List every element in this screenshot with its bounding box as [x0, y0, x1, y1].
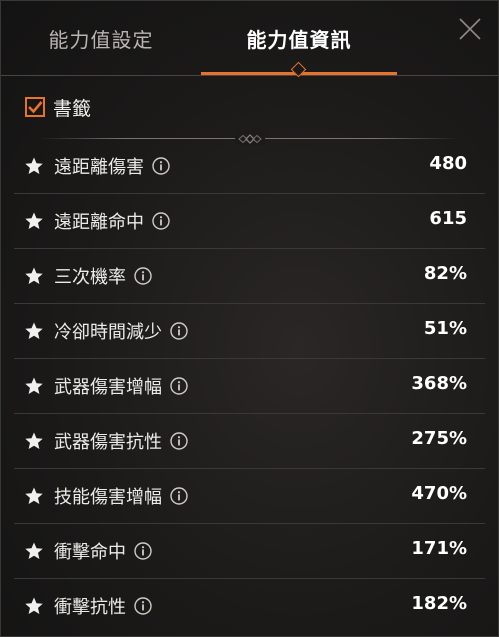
stat-name: 冷卻時間減少 [54, 322, 162, 343]
info-icon[interactable] [134, 542, 152, 560]
info-icon[interactable] [170, 432, 188, 450]
stat-name: 武器傷害抗性 [54, 432, 162, 453]
stat-value: 470% [411, 483, 467, 504]
checkmark-icon [28, 101, 43, 114]
star-icon[interactable] [24, 156, 44, 176]
stat-name: 技能傷害增幅 [54, 487, 162, 508]
info-icon[interactable] [134, 597, 152, 615]
stat-row: 衝擊抗性 182% [14, 579, 485, 633]
close-button[interactable] [456, 15, 484, 43]
close-icon [459, 18, 481, 40]
bookmark-label: 書籤 [53, 97, 92, 120]
star-icon[interactable] [24, 486, 44, 506]
stat-row: 遠距離傷害 480 [14, 139, 485, 194]
bookmark-toggle[interactable]: 書籤 [25, 95, 92, 120]
stat-row: 遠距離命中 615 [14, 194, 485, 249]
stat-name: 衝擊抗性 [54, 597, 126, 618]
info-icon[interactable] [170, 377, 188, 395]
star-icon[interactable] [24, 541, 44, 561]
stat-name: 衝擊命中 [54, 542, 126, 563]
stat-row: 衝擊命中 171% [14, 524, 485, 579]
stat-row: 三次機率 82% [14, 249, 485, 304]
stats-list: 遠距離傷害 480 遠距離命中 615 三次機率 82% 冷卻時間減少 51% … [1, 139, 498, 633]
stat-value: 182% [411, 593, 467, 614]
stat-row: 武器傷害抗性 275% [14, 414, 485, 469]
star-icon[interactable] [24, 321, 44, 341]
info-icon[interactable] [170, 322, 188, 340]
star-icon[interactable] [24, 211, 44, 231]
bookmark-checkbox[interactable] [25, 97, 45, 117]
stat-name: 三次機率 [54, 267, 126, 288]
stat-value: 51% [423, 318, 467, 339]
stat-value: 615 [429, 208, 467, 229]
stat-row: 技能傷害增幅 470% [14, 469, 485, 524]
stat-row: 武器傷害增幅 368% [14, 359, 485, 414]
stats-panel: 能力值設定 能力值資訊 書籤 遠距離傷害 480 遠距離命中 615 三次機率 … [0, 0, 499, 637]
info-icon[interactable] [152, 157, 170, 175]
stat-name: 遠距離傷害 [54, 157, 144, 178]
stat-value: 275% [411, 428, 467, 449]
stat-value: 480 [429, 153, 467, 174]
info-icon[interactable] [152, 212, 170, 230]
stat-name: 武器傷害增幅 [54, 377, 162, 398]
stat-value: 171% [411, 538, 467, 559]
star-icon[interactable] [24, 596, 44, 616]
stat-value: 368% [411, 373, 467, 394]
info-icon[interactable] [170, 487, 188, 505]
star-icon[interactable] [24, 266, 44, 286]
stat-row: 冷卻時間減少 51% [14, 304, 485, 359]
info-icon[interactable] [134, 267, 152, 285]
star-icon[interactable] [24, 431, 44, 451]
tab-stat-settings[interactable]: 能力值設定 [1, 1, 201, 75]
tab-bar: 能力值設定 能力值資訊 [1, 1, 498, 78]
stat-value: 82% [423, 263, 467, 284]
star-icon[interactable] [24, 376, 44, 396]
stat-name: 遠距離命中 [54, 212, 144, 233]
